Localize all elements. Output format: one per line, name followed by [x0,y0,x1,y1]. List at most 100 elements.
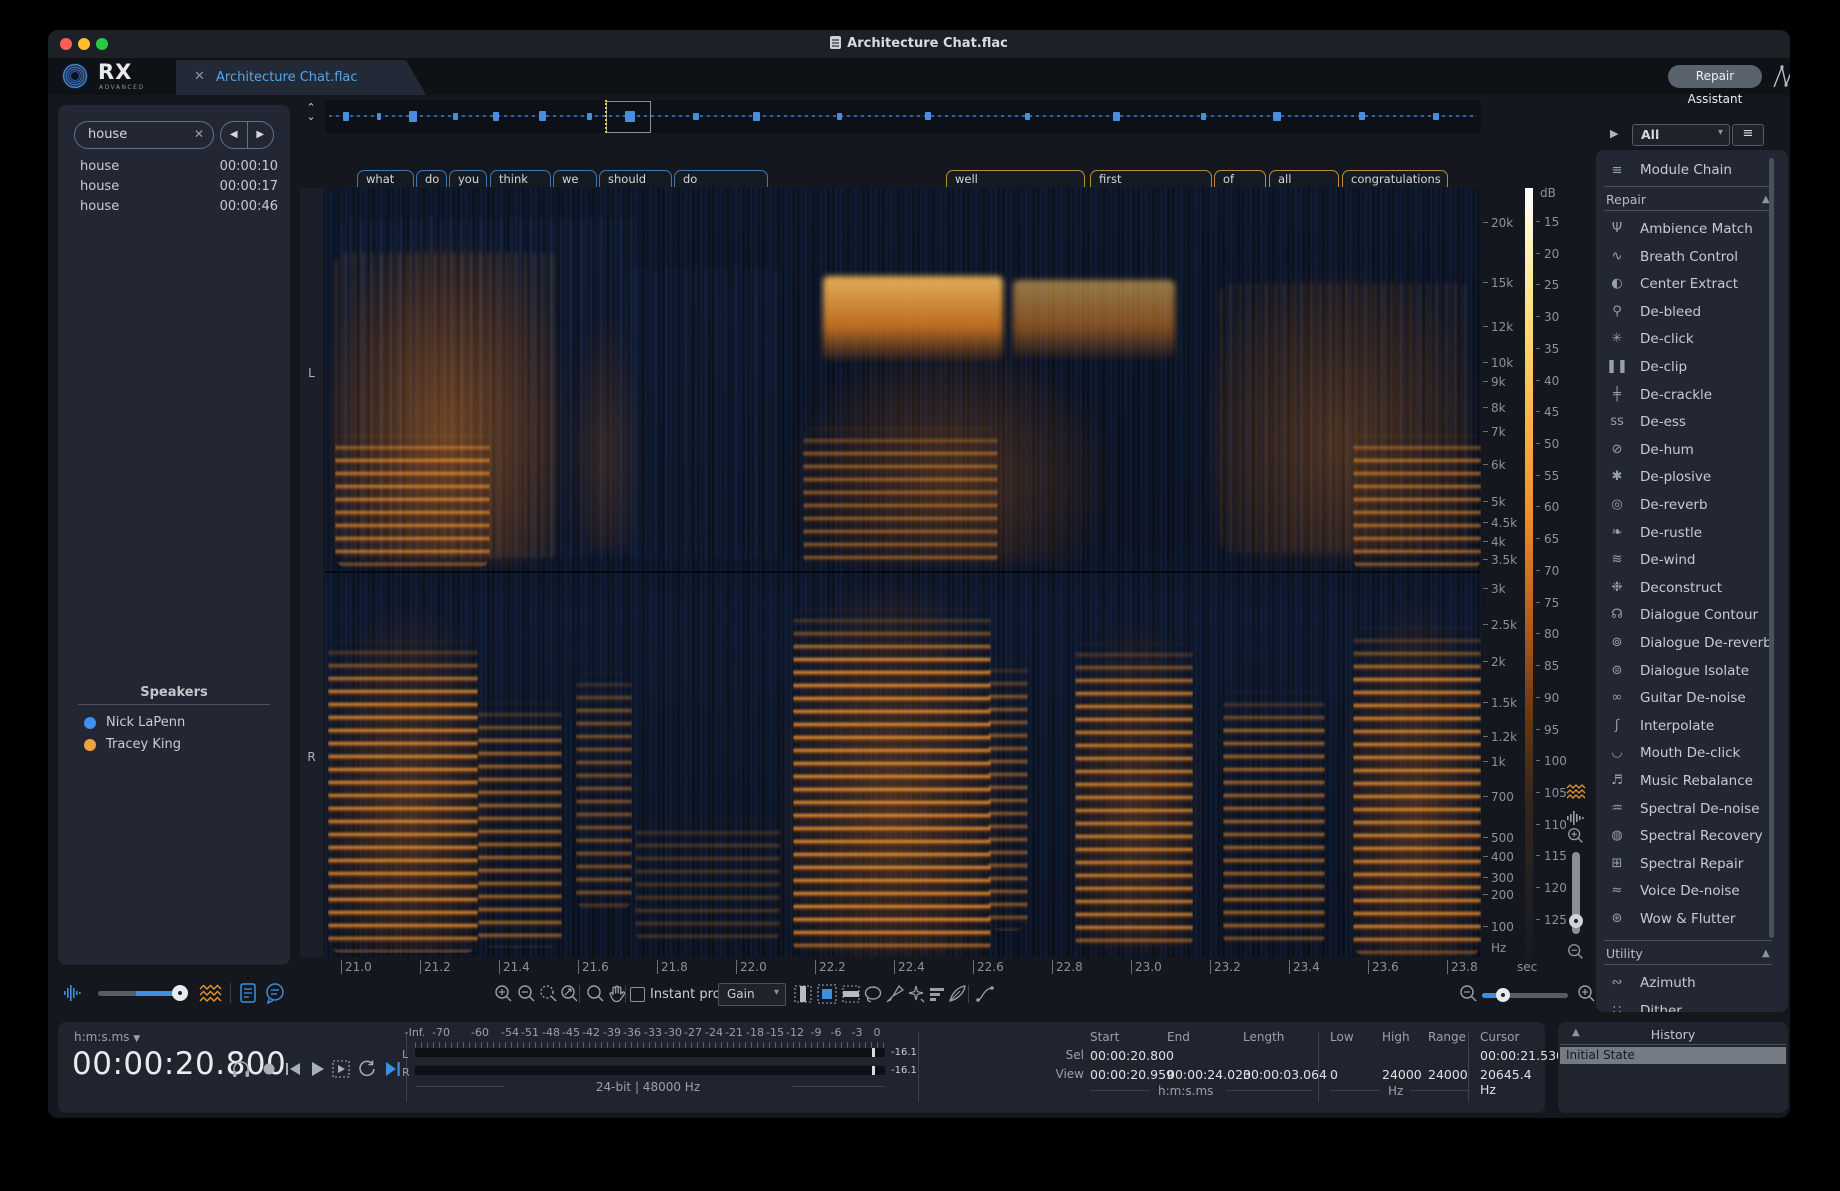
module-item[interactable]: ∿ Breath Control [1596,244,1788,272]
time-frequency-selection-tool-icon[interactable] [816,983,838,1005]
waveform-view-icon[interactable] [1565,808,1587,828]
waveform-overview[interactable] [325,100,1481,133]
module-item[interactable]: ∞ Guitar De-noise [1596,685,1788,713]
module-item[interactable]: ss De-ess [1596,409,1788,437]
search-result-row[interactable]: house 00:00:46 [58,197,290,217]
horizontal-zoom-slider-thumb[interactable] [1496,988,1510,1002]
module-item[interactable]: ☊ Dialogue Contour [1596,602,1788,630]
word-label[interactable]: do [416,170,447,187]
horizontal-zoom-in-icon[interactable] [1576,983,1598,1005]
module-item[interactable]: ∾ Azimuth [1596,970,1788,998]
blend-slider-thumb[interactable] [172,985,188,1001]
module-list-scrollbar[interactable] [1769,158,1774,938]
module-item[interactable]: ❚❚ De-clip [1596,354,1788,382]
time-selection-tool-icon[interactable] [792,983,814,1005]
curve-tool-icon[interactable] [974,983,996,1005]
play-selection-icon[interactable] [330,1058,352,1080]
zoom-selection-icon[interactable] [538,983,560,1005]
collapse-icon[interactable]: ▲ [1762,948,1770,959]
word-label[interactable]: do [674,170,768,187]
word-label[interactable]: first [1090,170,1212,187]
instant-process-checkbox[interactable] [630,987,645,1002]
repair-section-header[interactable]: Repair [1606,192,1646,207]
module-item[interactable]: ◎ De-reverb [1596,492,1788,520]
word-label[interactable]: you [449,170,487,187]
play-from-selection-icon[interactable] [382,1058,404,1080]
module-item[interactable]: ∷ Dither [1596,998,1788,1012]
zoom-in-icon[interactable] [493,983,515,1005]
vertical-zoom-out-icon[interactable] [1565,942,1587,962]
spectrogram-settings-icon[interactable] [1565,782,1587,802]
module-item[interactable]: ⚲ De-bleed [1596,299,1788,327]
spectrogram-blend-icon[interactable] [198,982,222,1004]
file-tab[interactable]: ✕ Architecture Chat.flac [176,60,426,95]
previous-result-button[interactable]: ◀ [221,122,248,148]
feather-selection-icon[interactable] [946,983,968,1005]
overview-resize-chevrons-icon[interactable]: ⌃ ⌄ [300,102,322,131]
module-item[interactable]: ◐ Center Extract [1596,271,1788,299]
magic-wand-tool-icon[interactable] [905,983,927,1005]
adjust-selection-icon[interactable] [926,983,948,1005]
time-format-selector[interactable]: h:m:s.ms ▼ [74,1030,140,1044]
magnify-tool-icon[interactable] [585,983,607,1005]
horizontal-zoom-out-icon[interactable] [1458,983,1480,1005]
module-item[interactable]: ʃ Interpolate [1596,713,1788,741]
repair-assistant-button[interactable]: Repair Assistant [1668,65,1762,106]
module-filter-dropdown[interactable]: All ▾ [1632,124,1730,146]
word-label[interactable]: all [1269,170,1339,187]
module-item[interactable]: ≋ De-wind [1596,547,1788,575]
module-item[interactable]: ◍ Spectral Recovery [1596,823,1788,851]
search-input[interactable] [86,126,190,143]
module-item[interactable]: ♬ Music Rebalance [1596,768,1788,796]
tab-close-icon[interactable]: ✕ [194,69,205,84]
brush-tool-icon[interactable] [884,983,906,1005]
word-label[interactable]: congratulations [1342,170,1448,187]
search-clear-icon[interactable]: ✕ [194,127,204,141]
loop-icon[interactable] [356,1058,378,1080]
notes-panel-icon[interactable] [238,982,258,1004]
word-label[interactable]: what [357,170,414,187]
repair-assistant-squiggle-icon[interactable] [1770,61,1790,93]
module-item[interactable]: ◡ Mouth De-click [1596,740,1788,768]
vertical-zoom-in-icon[interactable] [1565,826,1587,846]
search-result-row[interactable]: house 00:00:10 [58,157,290,177]
record-icon[interactable] [258,1058,280,1080]
word-label[interactable]: well [946,170,1085,187]
vertical-zoom-slider-thumb[interactable] [1569,914,1583,928]
module-item[interactable]: ⊜ Dialogue Isolate [1596,658,1788,686]
overview-view-region[interactable] [606,101,651,133]
module-item[interactable]: ✳ De-click [1596,326,1788,354]
module-item[interactable]: ≈ Voice De-noise [1596,878,1788,906]
module-item[interactable]: ⊞ Spectral Repair [1596,851,1788,879]
search-result-row[interactable]: house 00:00:17 [58,177,290,197]
instant-process-mode-dropdown[interactable]: Gain ▾ [718,983,786,1006]
transcript-panel-icon[interactable] [264,982,286,1004]
history-item-selected[interactable]: Initial State [1560,1047,1786,1064]
module-chain-item[interactable]: ≡ Module Chain [1596,158,1788,182]
module-list-menu-icon[interactable]: ≡ [1732,124,1764,146]
spectrogram[interactable] [325,188,1481,957]
word-label[interactable]: think [490,170,551,187]
module-item[interactable]: ⊚ Dialogue De-reverb [1596,630,1788,658]
next-result-button[interactable]: ▶ [248,122,274,148]
utility-section-header[interactable]: Utility [1606,946,1643,961]
module-preview-icon[interactable]: ▶ [1610,127,1618,140]
play-icon[interactable] [306,1058,328,1080]
speaker-row[interactable]: Nick LaPenn [58,713,290,733]
frequency-selection-tool-icon[interactable] [840,983,862,1005]
lasso-tool-icon[interactable] [862,983,884,1005]
word-label[interactable]: of [1214,170,1266,187]
horizontal-zoom-slider[interactable] [1482,993,1568,998]
zoom-reset-icon[interactable] [559,983,581,1005]
module-item[interactable]: Ψ Ambience Match [1596,216,1788,244]
module-item[interactable]: ✱ De-plosive [1596,464,1788,492]
return-to-start-icon[interactable] [282,1058,304,1080]
channel-strip[interactable]: L R [300,188,323,957]
monitor-headphones-icon[interactable] [230,1058,252,1080]
module-item[interactable]: ⊛ Wow & Flutter [1596,906,1788,934]
waveform-spectrogram-blend-slider[interactable] [98,991,182,996]
module-item[interactable]: ♒ Spectral De-noise [1596,796,1788,824]
speaker-row[interactable]: Tracey King [58,735,290,755]
zoom-out-icon[interactable] [516,983,538,1005]
word-label[interactable]: we [553,170,597,187]
